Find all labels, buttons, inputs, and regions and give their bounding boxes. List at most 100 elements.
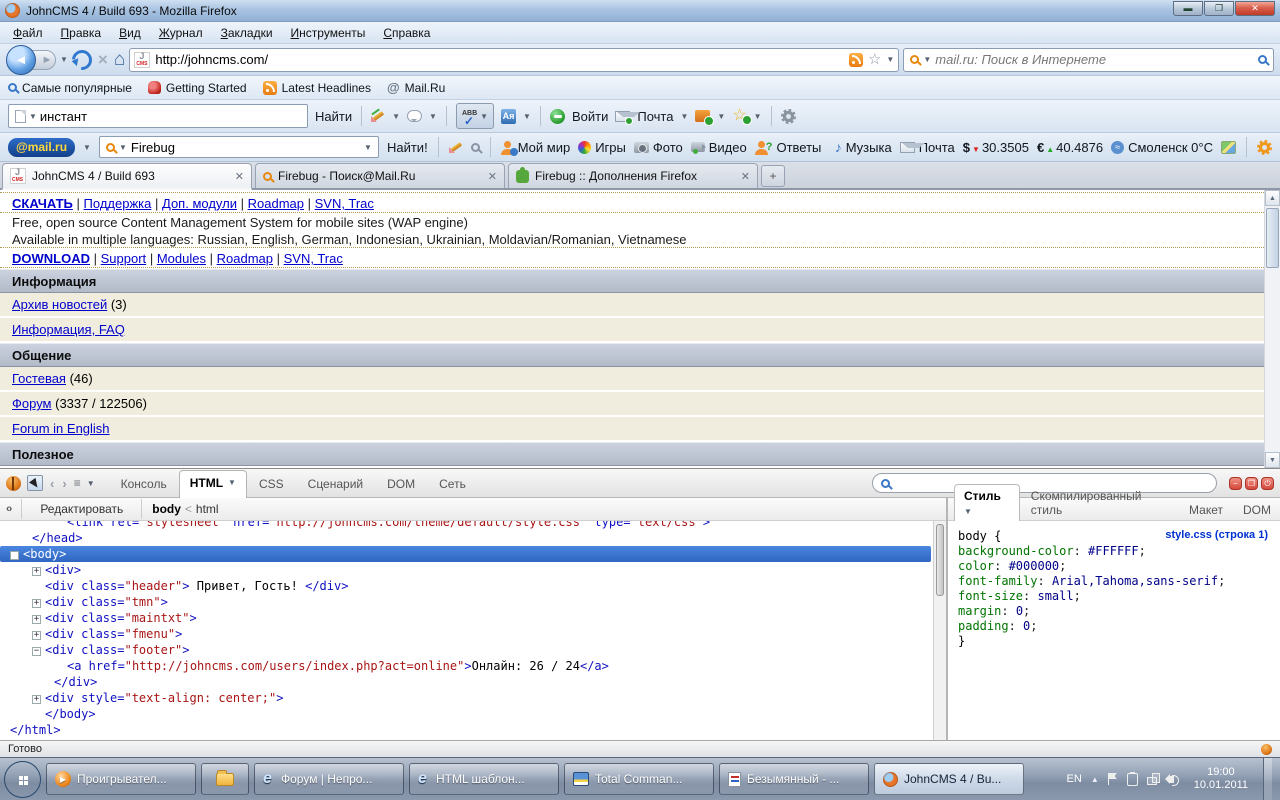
- nav-back-icon[interactable]: ‹: [49, 476, 55, 491]
- html-tree-line[interactable]: </head>: [0, 530, 933, 546]
- mail-button[interactable]: Почта: [637, 109, 673, 124]
- bookmark-star-icon[interactable]: ☆: [868, 52, 881, 67]
- menu-file[interactable]: Файл: [4, 23, 52, 43]
- side-tab-computed[interactable]: Скомпилированный стиль: [1022, 485, 1178, 521]
- html-tree-line[interactable]: +<div class="fmenu">: [0, 626, 933, 642]
- html-tree-line[interactable]: +<div class="tmn">: [0, 594, 933, 610]
- mail-button-2[interactable]: Почта: [900, 140, 955, 155]
- css-property-name[interactable]: background-color: [958, 544, 1074, 558]
- bookmark-getting-started[interactable]: Getting Started: [148, 81, 247, 95]
- breadcrumb-html[interactable]: html: [196, 502, 219, 516]
- firebug-tab-console[interactable]: Консоль: [109, 471, 179, 498]
- tray-expand-icon[interactable]: ▲: [1091, 775, 1099, 784]
- expand-icon[interactable]: +: [32, 615, 41, 624]
- rss-feed-icon[interactable]: [849, 53, 863, 67]
- mailru-settings-gear-icon[interactable]: [1257, 140, 1272, 155]
- firebug-scrollbar[interactable]: [933, 521, 946, 740]
- html-tree-line[interactable]: +<div style="text-align: center;">: [0, 690, 933, 706]
- link-svn-ru[interactable]: SVN, Trac: [315, 196, 374, 211]
- firebug-tab-html[interactable]: HTML▼: [179, 470, 247, 498]
- breadcrumb-body[interactable]: body: [152, 502, 181, 516]
- games-button[interactable]: Игры: [578, 140, 626, 155]
- taskbar-untitled[interactable]: Безымянный - ...: [719, 763, 869, 795]
- html-tree-line[interactable]: <a href="http://johncms.com/users/index.…: [0, 658, 933, 674]
- restore-button[interactable]: ❐: [1204, 1, 1234, 16]
- link-news-archive[interactable]: Архив новостей: [12, 297, 107, 312]
- css-property-name[interactable]: font-size: [958, 589, 1023, 603]
- scroll-down-icon[interactable]: ▼: [1265, 452, 1280, 468]
- panel-list-icon[interactable]: ≡: [74, 476, 81, 490]
- element-breadcrumb[interactable]: body<html: [152, 502, 218, 516]
- home-button[interactable]: ⌂: [114, 50, 125, 69]
- side-tab-style[interactable]: Стиль ▼: [954, 484, 1020, 521]
- menu-bookmarks[interactable]: Закладки: [212, 23, 282, 43]
- css-property-value[interactable]: 0: [1016, 604, 1023, 618]
- favorites-dropdown-icon[interactable]: ▼: [754, 112, 762, 121]
- css-source-link[interactable]: style.css (строка 1): [1165, 529, 1268, 541]
- search-bar[interactable]: ▼: [903, 48, 1274, 72]
- html-tree-line[interactable]: </div>: [0, 674, 933, 690]
- css-property-name[interactable]: padding: [958, 619, 1009, 633]
- firebug-menu-icon[interactable]: [6, 476, 21, 491]
- translate-icon[interactable]: Aя: [501, 109, 516, 124]
- link-guestbook[interactable]: Гостевая: [12, 371, 66, 386]
- edit-button[interactable]: Редактировать: [32, 500, 131, 518]
- css-property-value[interactable]: #000000: [1009, 559, 1060, 573]
- start-button[interactable]: [4, 761, 41, 798]
- taskbar-total-commander[interactable]: Total Comman...: [564, 763, 714, 795]
- tab-mailru-search[interactable]: Firebug - Поиск@Mail.Ru ✕: [255, 163, 505, 188]
- zoom-page-icon[interactable]: [471, 143, 480, 152]
- firebug-status-icon[interactable]: [1261, 744, 1272, 755]
- nav-forward-icon[interactable]: ›: [61, 476, 67, 491]
- mailru-search-dropdown-icon[interactable]: ▼: [119, 143, 127, 152]
- find-dropdown-icon[interactable]: ▼: [29, 112, 37, 121]
- music-button[interactable]: ♪ Музыка: [835, 140, 892, 155]
- tab-johncms[interactable]: JohnCMS 4 / Build 693 ✕: [2, 163, 252, 190]
- tab-firebug-addons[interactable]: Firebug :: Дополнения Firefox ✕: [508, 163, 758, 188]
- back-button[interactable]: ◄: [6, 45, 36, 75]
- side-tab-dom[interactable]: DOM: [1234, 499, 1280, 521]
- bookmark-most-visited[interactable]: Самые популярные: [8, 81, 132, 95]
- tab-close-icon[interactable]: ✕: [488, 170, 497, 183]
- tab-close-icon[interactable]: ✕: [235, 170, 244, 183]
- comment-dropdown-icon[interactable]: ▼: [429, 112, 437, 121]
- link-modules-en[interactable]: Modules: [157, 251, 206, 266]
- weather-button[interactable]: ≈ Смоленск 0°C: [1111, 140, 1213, 155]
- url-bar[interactable]: ☆ ▼: [129, 48, 899, 72]
- minimize-button[interactable]: ▬: [1173, 1, 1203, 16]
- menu-edit[interactable]: Правка: [52, 23, 111, 43]
- link-info-faq[interactable]: Информация, FAQ: [12, 322, 125, 337]
- menu-history[interactable]: Журнал: [150, 23, 212, 43]
- html-tree-line[interactable]: </html>: [0, 722, 933, 738]
- eur-rate[interactable]: €▲ 40.4876: [1037, 140, 1103, 155]
- find-button[interactable]: Найти: [315, 109, 352, 124]
- go-search-icon[interactable]: [1258, 55, 1267, 64]
- reload-button[interactable]: [68, 45, 96, 73]
- panel-dropdown-icon[interactable]: ▼: [87, 479, 95, 488]
- mailru-history-dropdown-icon[interactable]: ▼: [364, 143, 372, 152]
- map-icon[interactable]: [1221, 141, 1236, 154]
- mailru-logo-button[interactable]: @mail.ru: [8, 138, 75, 157]
- photo-button[interactable]: Фото: [634, 140, 683, 155]
- link-svn-en[interactable]: SVN, Trac: [284, 251, 343, 266]
- spellcheck-button[interactable]: ABB ▼: [456, 103, 494, 129]
- menu-view[interactable]: Вид: [110, 23, 150, 43]
- html-tree-line[interactable]: </body>: [0, 706, 933, 722]
- style-panel[interactable]: style.css (строка 1)body {background-col…: [948, 521, 1280, 740]
- css-property-name[interactable]: margin: [958, 604, 1001, 618]
- action-center-flag-icon[interactable]: [1108, 773, 1118, 785]
- css-property-name[interactable]: color: [958, 559, 994, 573]
- taskbar-media-player[interactable]: ▶ Проигрывател...: [46, 763, 196, 795]
- mailru-dropdown-icon[interactable]: ▼: [83, 143, 91, 152]
- link-modules-ru[interactable]: Доп. модули: [162, 196, 237, 211]
- wallet-icon[interactable]: [695, 110, 710, 122]
- taskbar-clock[interactable]: 19:00 10.01.2011: [1188, 766, 1254, 792]
- css-property-value[interactable]: #FFFFFF: [1088, 544, 1139, 558]
- firebug-minimize-icon[interactable]: −: [1229, 477, 1242, 490]
- expand-icon[interactable]: +: [32, 567, 41, 576]
- comment-icon[interactable]: [407, 110, 422, 122]
- taskbar-firefox-active[interactable]: JohnCMS 4 / Bu...: [874, 763, 1024, 795]
- css-property[interactable]: padding: 0;: [958, 619, 1270, 634]
- html-tree-line[interactable]: +<div class="maintxt">: [0, 610, 933, 626]
- html-tree-line[interactable]: −<div class="footer">: [0, 642, 933, 658]
